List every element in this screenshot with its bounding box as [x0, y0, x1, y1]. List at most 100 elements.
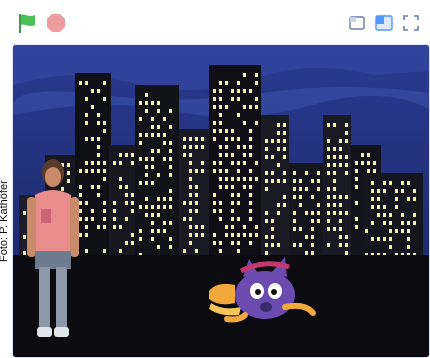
lit-window [85, 113, 88, 117]
lit-window [225, 129, 228, 133]
lit-window [151, 237, 154, 241]
lit-window [125, 201, 128, 205]
lit-window [367, 161, 370, 165]
lit-window [169, 205, 172, 209]
lit-window [183, 249, 186, 253]
lit-window [219, 145, 222, 149]
lit-window [163, 157, 166, 161]
lit-window [371, 205, 374, 209]
lit-window [231, 89, 234, 93]
lit-window [79, 201, 82, 205]
lit-window [361, 153, 364, 157]
lit-window [237, 241, 240, 245]
lit-window [293, 171, 296, 175]
lit-window [195, 145, 198, 149]
lit-window [225, 233, 228, 237]
lit-window [145, 109, 148, 113]
lit-window [219, 81, 222, 85]
lit-window [219, 113, 222, 117]
lit-window [169, 197, 172, 201]
stop-icon[interactable] [46, 13, 66, 33]
lit-window [395, 197, 398, 201]
lit-window [249, 145, 252, 149]
lit-window [213, 89, 216, 93]
lit-window [293, 179, 296, 183]
lit-window [145, 165, 148, 169]
lit-window [243, 145, 246, 149]
lit-window [271, 155, 274, 159]
lit-window [243, 105, 246, 109]
lit-window [145, 213, 148, 217]
lit-window [293, 195, 296, 199]
lit-window [213, 161, 216, 165]
lit-window [119, 249, 122, 253]
lit-window [113, 201, 116, 205]
building [179, 129, 209, 265]
lit-window [151, 181, 154, 185]
lit-window [283, 203, 286, 207]
lit-window [327, 123, 330, 127]
lit-window [237, 113, 240, 117]
lit-window [231, 153, 234, 157]
lit-window [131, 209, 134, 213]
lit-window [103, 121, 106, 125]
lit-window [79, 193, 82, 197]
lit-window [345, 163, 348, 167]
lit-window [213, 209, 216, 213]
lit-window [371, 221, 374, 225]
lit-window [151, 117, 154, 121]
lit-window [339, 227, 342, 231]
lit-window [231, 233, 234, 237]
lit-window [225, 177, 228, 181]
lit-window [151, 213, 154, 217]
lit-window [183, 153, 186, 157]
lit-window [249, 185, 252, 189]
fullscreen-button[interactable] [400, 12, 422, 34]
lit-window [249, 129, 252, 133]
lit-window [79, 217, 82, 221]
lit-window [85, 225, 88, 229]
fullscreen-icon [403, 15, 419, 31]
lit-window [231, 217, 234, 221]
lit-window [371, 181, 374, 185]
lit-window [169, 173, 172, 177]
lit-window [333, 163, 336, 167]
lit-window [195, 225, 198, 229]
lit-window [317, 211, 320, 215]
stage[interactable] [12, 44, 430, 358]
lit-window [225, 105, 228, 109]
large-stage-icon [375, 15, 393, 31]
lit-window [339, 203, 342, 207]
lit-window [189, 233, 192, 237]
lit-window [151, 157, 154, 161]
lit-window [265, 139, 268, 143]
lit-window [169, 221, 172, 225]
lit-window [151, 221, 154, 225]
small-stage-button[interactable] [346, 12, 368, 34]
lit-window [339, 163, 342, 167]
lit-window [103, 169, 106, 173]
lit-window [243, 73, 246, 77]
lit-window [255, 233, 258, 237]
lit-window [201, 137, 204, 141]
ground [13, 255, 429, 357]
stage-canvas[interactable] [13, 45, 429, 357]
lit-window [97, 113, 100, 117]
lit-window [255, 121, 258, 125]
lit-window [219, 249, 222, 253]
lit-window [151, 101, 154, 105]
large-stage-button[interactable] [373, 12, 395, 34]
lit-window [277, 203, 280, 207]
lit-window [97, 225, 100, 229]
lit-window [327, 163, 330, 167]
stage-toolbar [0, 0, 430, 44]
green-flag-icon[interactable] [15, 11, 39, 35]
lit-window [277, 243, 280, 247]
lit-window [255, 105, 258, 109]
lit-window [145, 133, 148, 137]
lit-window [271, 227, 274, 231]
lit-window [355, 169, 358, 173]
lit-window [237, 217, 240, 221]
lit-window [265, 211, 268, 215]
lit-window [249, 217, 252, 221]
